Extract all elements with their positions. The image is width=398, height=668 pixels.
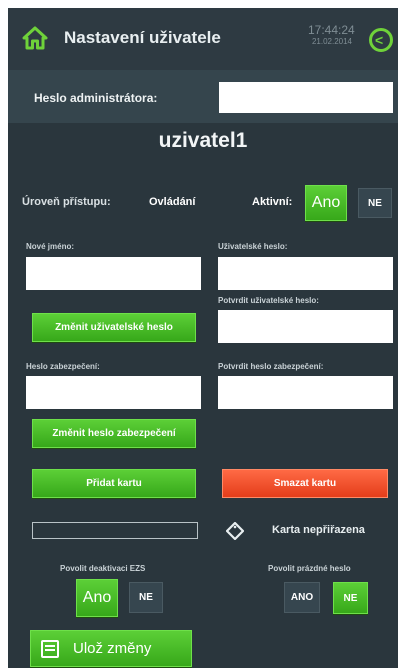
confirm-security-password-input[interactable] xyxy=(218,376,393,409)
back-button[interactable]: < xyxy=(369,28,393,52)
footer-bar: Ulož změny xyxy=(8,626,398,668)
confirm-user-password-input[interactable] xyxy=(218,310,393,343)
ezs-deactivation-label: Povolit deaktivaci EZS xyxy=(60,564,146,573)
empty-password-yes-button[interactable]: ANO xyxy=(284,582,320,613)
add-card-button[interactable]: Přidat kartu xyxy=(32,469,196,498)
user-settings-screen: Nastavení uživatele 17:44:24 21.02.2014 … xyxy=(8,8,398,668)
security-password-input[interactable] xyxy=(26,376,201,409)
user-password-label: Uživatelské heslo: xyxy=(218,242,288,251)
card-progress-bar xyxy=(32,522,198,539)
new-name-input[interactable] xyxy=(26,257,201,290)
empty-password-no-button[interactable]: NE xyxy=(333,582,368,614)
active-label: Aktivní: xyxy=(252,196,293,208)
new-name-label: Nové jméno: xyxy=(26,242,75,251)
change-user-password-button[interactable]: Změnit uživatelské heslo xyxy=(32,313,196,342)
admin-password-label: Heslo administrátora: xyxy=(34,91,158,105)
admin-password-input[interactable] xyxy=(219,82,393,113)
ezs-yes-button[interactable]: Ano xyxy=(76,579,118,617)
delete-card-button[interactable]: Smazat kartu xyxy=(222,469,388,498)
empty-password-label: Povolit prázdné heslo xyxy=(268,564,351,573)
save-icon xyxy=(41,639,59,658)
admin-password-row: Heslo administrátora: xyxy=(8,70,398,123)
header-bar: Nastavení uživatele 17:44:24 21.02.2014 … xyxy=(8,8,398,70)
change-security-password-button[interactable]: Změnit heslo zabezpečení xyxy=(32,419,196,448)
clock-time: 17:44:24 xyxy=(308,23,355,37)
access-level-value[interactable]: Ovládání xyxy=(149,196,195,208)
tag-icon xyxy=(226,522,244,540)
access-level-label: Úroveň přístupu: xyxy=(22,196,111,208)
clock: 17:44:24 21.02.2014 xyxy=(308,23,355,47)
active-no-button[interactable]: NE xyxy=(358,188,392,218)
back-icon: < xyxy=(375,32,384,48)
user-password-input[interactable] xyxy=(218,257,393,290)
security-password-label: Heslo zabezpečení: xyxy=(26,362,100,371)
user-name-title: uzivatel1 xyxy=(158,129,248,152)
ezs-no-button[interactable]: NE xyxy=(129,582,163,613)
save-changes-label: Ulož změny xyxy=(73,640,152,657)
save-changes-button[interactable]: Ulož změny xyxy=(30,630,192,667)
clock-date: 21.02.2014 xyxy=(311,37,352,46)
card-status-text: Karta nepřiřazena xyxy=(272,524,365,536)
confirm-user-password-label: Potvrdit uživatelské heslo: xyxy=(218,296,319,305)
home-icon[interactable] xyxy=(22,26,48,50)
confirm-security-password-label: Potvrdit heslo zabezpečení: xyxy=(218,362,324,371)
active-yes-button[interactable]: Ano xyxy=(305,185,347,221)
page-title: Nastavení uživatele xyxy=(64,28,221,47)
